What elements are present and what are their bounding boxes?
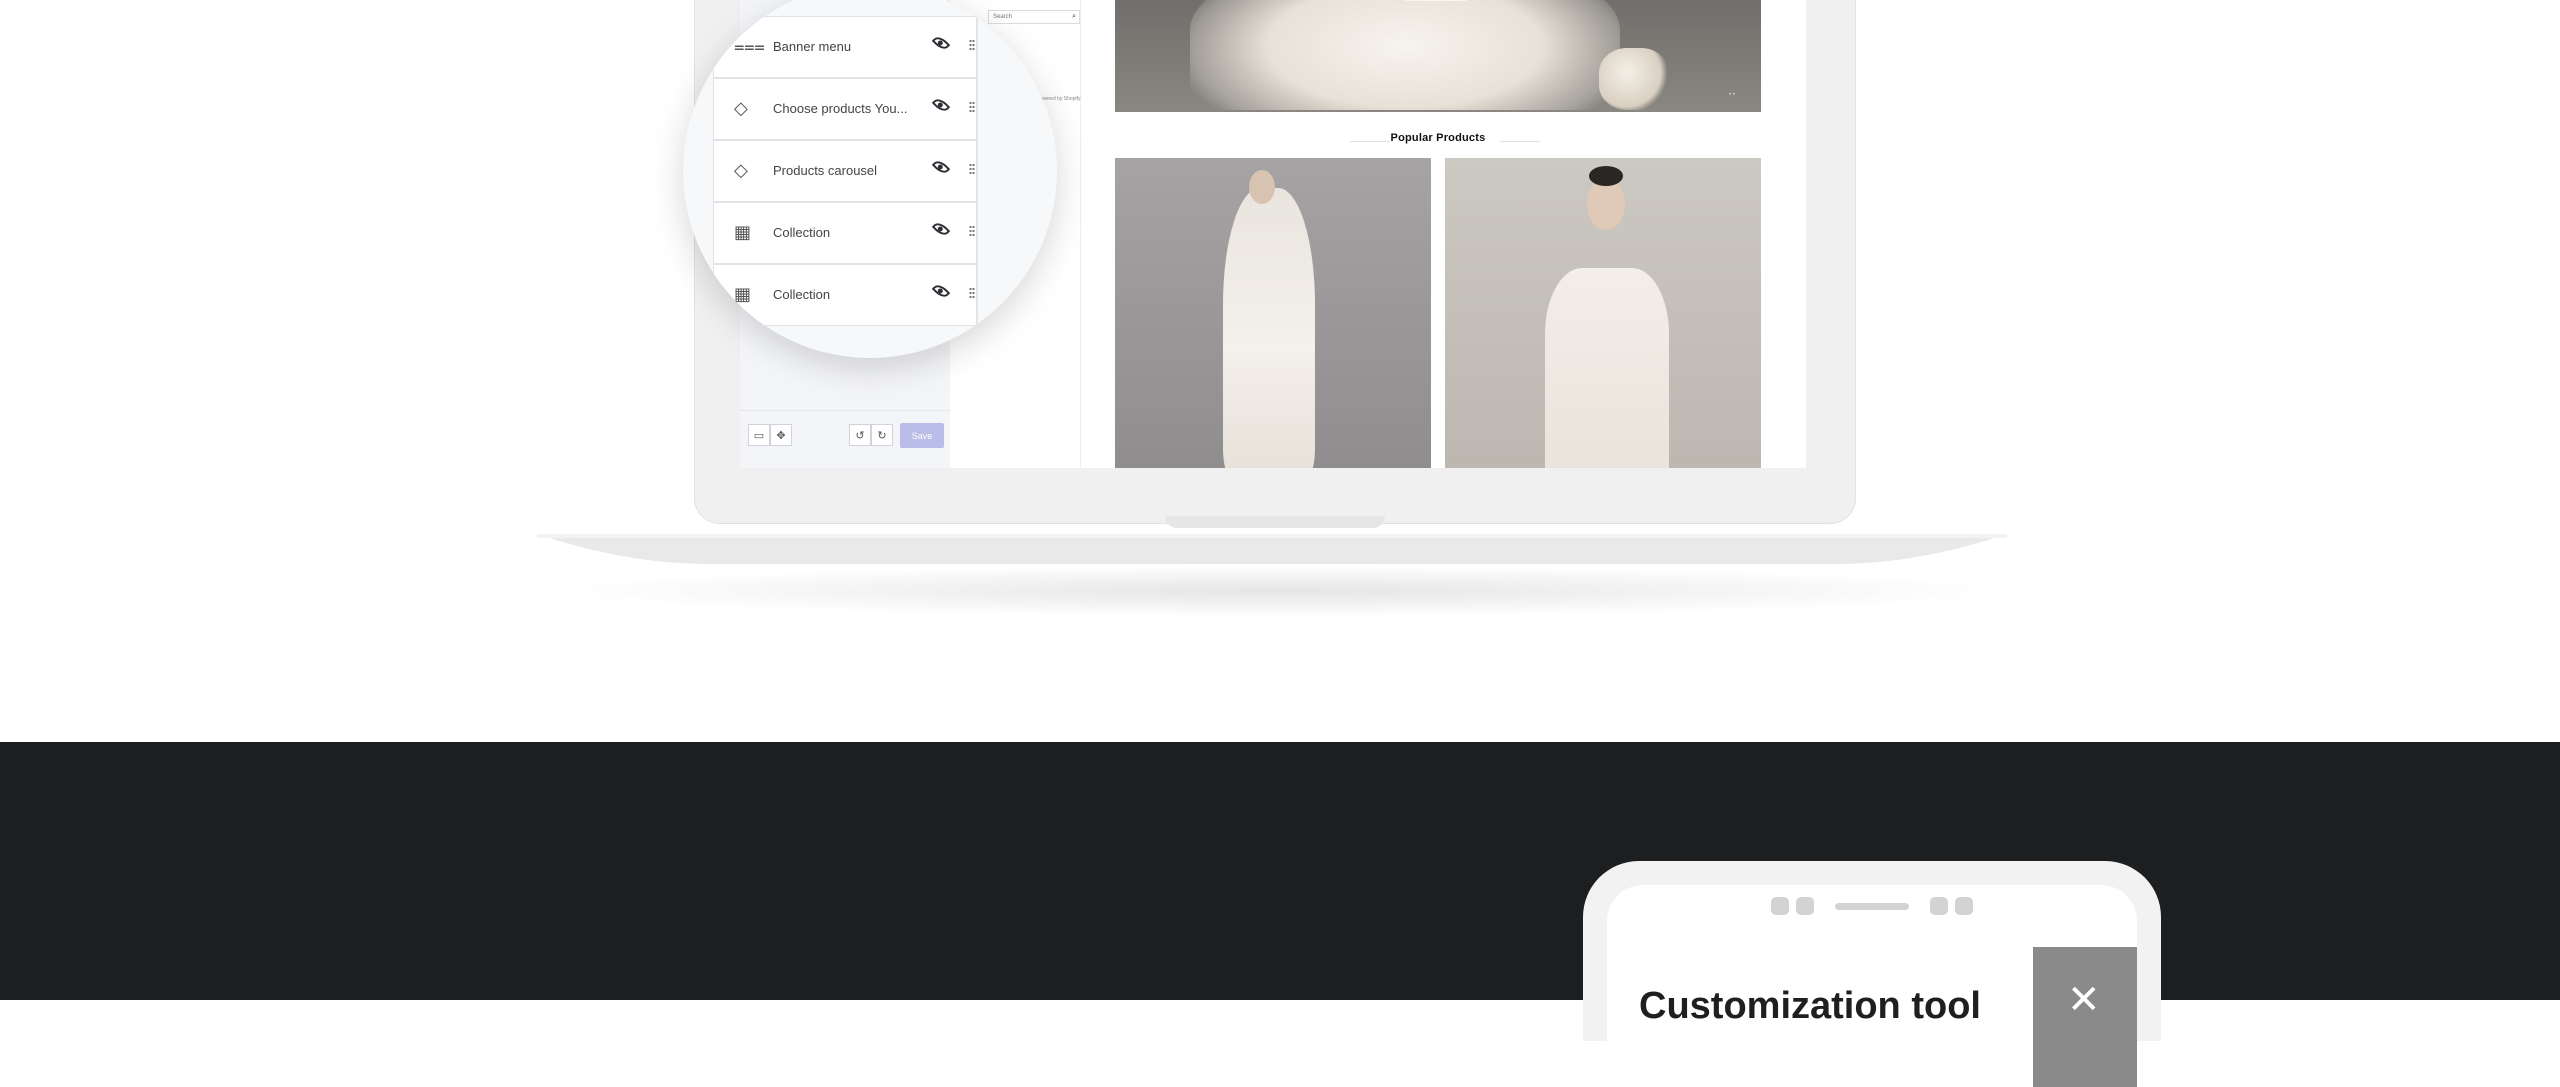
layout-icon: ▭ (753, 428, 765, 442)
undo-button[interactable]: ↺ (849, 424, 871, 446)
slider-dots[interactable]: • • (1729, 92, 1735, 98)
section-item-choose-products[interactable]: ◇ Choose products You... (713, 78, 977, 140)
section-item-label: Collection (773, 225, 831, 240)
drag-handle-icon[interactable] (969, 225, 975, 237)
search-icon[interactable]: ⌕ (1072, 13, 1076, 21)
collection-icon: ▦ (734, 222, 752, 243)
product-image (1545, 268, 1669, 468)
desktop-view-button[interactable]: ▭ (748, 424, 770, 446)
collection-icon: ▦ (734, 284, 752, 305)
save-button[interactable]: Save (900, 423, 944, 448)
laptop-base (537, 534, 2007, 564)
dark-section (0, 742, 2560, 1000)
model-head (1249, 170, 1275, 204)
redo-icon: ↻ (877, 428, 887, 442)
phone-camera-dot (1930, 897, 1948, 915)
hero-banner-image: • • (1115, 0, 1761, 112)
eye-icon[interactable] (931, 33, 951, 53)
search-input[interactable]: Search ⌕ (988, 10, 1080, 24)
tag-icon: ◇ (734, 98, 748, 119)
phone-mockup: Customization tool ✕ (1583, 861, 2161, 1087)
tag-icon: ◇ (734, 160, 748, 181)
phone-camera-dot (1771, 897, 1789, 915)
panel-divider (977, 0, 978, 358)
phone-camera-dot (1955, 897, 1973, 915)
phone-camera-dot (1796, 897, 1814, 915)
move-icon: ✥ (776, 428, 786, 442)
drag-handle-icon[interactable] (969, 39, 975, 51)
hero-frame (1405, 0, 1467, 1)
eye-icon[interactable] (931, 281, 951, 301)
drag-handle-icon[interactable] (969, 101, 975, 113)
redo-button[interactable]: ↻ (871, 424, 893, 446)
product-card[interactable] (1445, 158, 1761, 468)
section-item-label: Choose products You... (773, 101, 908, 116)
section-item-products-carousel[interactable]: ◇ Products carousel (713, 140, 977, 202)
hero-flowers (1599, 48, 1669, 110)
close-icon: ✕ (2067, 977, 2101, 1023)
move-button[interactable]: ✥ (770, 424, 792, 446)
eye-icon[interactable] (931, 157, 951, 177)
hero-dress (1190, 0, 1620, 110)
section-title: Popular Products (1390, 132, 1486, 144)
eye-icon[interactable] (931, 95, 951, 115)
product-image (1223, 188, 1315, 468)
laptop-notch (1165, 516, 1385, 528)
phone-title: Customization tool (1639, 985, 1981, 1027)
product-card[interactable] (1115, 158, 1431, 468)
section-item-label: Products carousel (773, 163, 878, 178)
search-placeholder: Search (993, 14, 1013, 20)
magnifier-zoom: ⩶ Banner menu ◇ Choose products You... ◇… (683, 0, 1057, 358)
drag-handle-icon[interactable] (969, 163, 975, 175)
drag-handle-icon[interactable] (969, 287, 975, 299)
model-hair (1589, 166, 1623, 186)
section-item-collection[interactable]: ▦ Collection (713, 264, 977, 326)
undo-icon: ↺ (855, 428, 865, 442)
close-button[interactable]: ✕ (2033, 947, 2137, 1087)
section-item-banner-menu[interactable]: ⩶ Banner menu (713, 16, 977, 78)
laptop-shadow (560, 566, 2000, 616)
section-item-label: Banner menu (773, 39, 852, 54)
section-item-collection[interactable]: ▦ Collection (713, 202, 977, 264)
section-item-label: Collection (773, 287, 831, 302)
eye-icon[interactable] (931, 219, 951, 239)
banner-menu-icon: ⩶ (734, 36, 765, 57)
phone-speaker (1835, 903, 1909, 910)
